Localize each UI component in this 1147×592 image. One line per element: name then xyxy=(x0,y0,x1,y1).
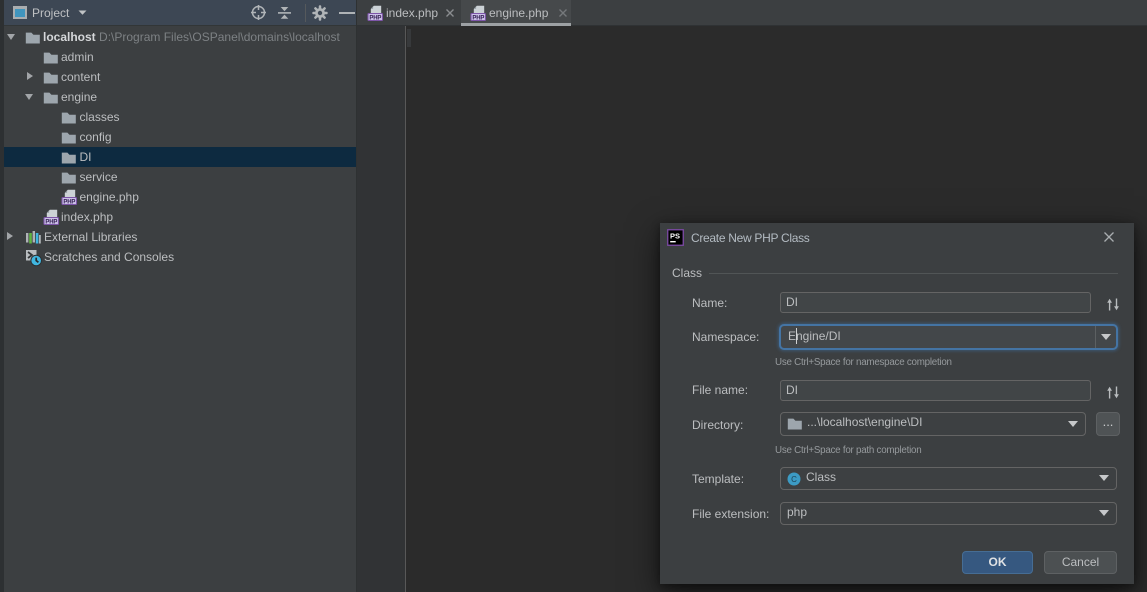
svg-text:PHP: PHP xyxy=(45,219,57,225)
svg-text:PHP: PHP xyxy=(63,199,75,205)
svg-text:PHP: PHP xyxy=(472,15,484,21)
svg-text:C: C xyxy=(791,475,797,484)
svg-text:PHP: PHP xyxy=(369,15,381,21)
svg-text:PS: PS xyxy=(670,232,680,241)
